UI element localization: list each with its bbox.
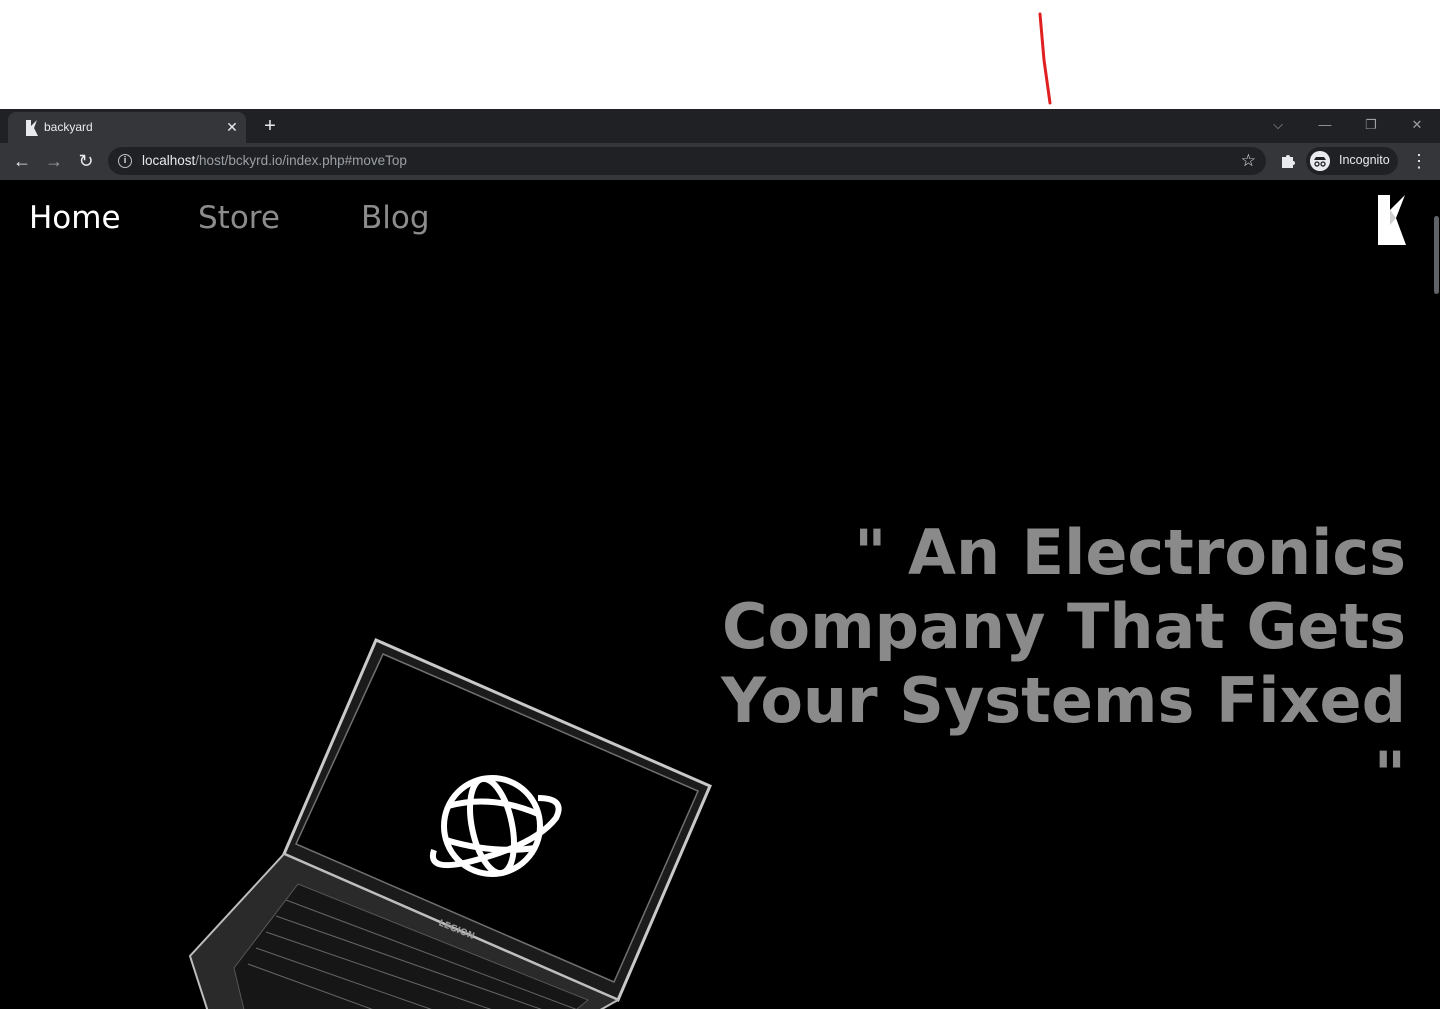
restore-icon[interactable]: ❐ — [1359, 115, 1383, 135]
star-icon[interactable]: ☆ — [1241, 151, 1256, 171]
tab-favicon-icon — [26, 120, 38, 136]
window-close-icon[interactable]: ✕ — [1405, 115, 1429, 135]
address-bar[interactable]: i localhost/host/bckyrd.io/index.php#mov… — [108, 147, 1266, 175]
back-arrow-icon[interactable]: ← — [10, 149, 34, 173]
chevron-down-icon[interactable]: ⌵ — [1266, 115, 1290, 135]
incognito-icon — [1310, 151, 1330, 171]
minimize-icon[interactable]: — — [1313, 115, 1337, 135]
url-host: localhost — [142, 153, 196, 168]
forward-arrow-icon[interactable]: → — [42, 149, 66, 173]
close-icon[interactable]: ✕ — [224, 119, 240, 135]
nav-home-link[interactable]: Home — [29, 200, 121, 236]
hero-quote: " An Electronics Company That Gets Your … — [721, 516, 1406, 811]
scrollbar-thumb[interactable] — [1434, 216, 1439, 294]
red-annotation-stroke — [1038, 12, 1052, 105]
nav-blog-link[interactable]: Blog — [361, 200, 430, 236]
puzzle-icon[interactable] — [1278, 151, 1298, 171]
tab-strip: backyard ✕ + ⌵ — ❐ ✕ — [0, 109, 1440, 143]
laptop-image: LEGION — [188, 638, 712, 1009]
reload-icon[interactable]: ↻ — [74, 149, 98, 173]
browser-toolbar: ← → ↻ i localhost/host/bckyrd.io/index.p… — [0, 143, 1440, 179]
plus-icon[interactable]: + — [258, 115, 282, 137]
info-icon[interactable]: i — [118, 154, 132, 168]
nav-store-link[interactable]: Store — [198, 200, 280, 236]
incognito-label: Incognito — [1339, 153, 1390, 167]
url-path: /host/bckyrd.io/index.php#moveTop — [195, 153, 407, 168]
tab-title: backyard — [44, 120, 93, 134]
web-page: Home Store Blog " An Electronics Company… — [0, 180, 1440, 1009]
kebab-menu-icon[interactable]: ⋮ — [1409, 149, 1429, 173]
url-text[interactable]: localhost/host/bckyrd.io/index.php#moveT… — [142, 153, 407, 168]
browser-chrome: backyard ✕ + ⌵ — ❐ ✕ ← → ↻ i localhost/h… — [0, 109, 1440, 180]
site-logo-icon[interactable] — [1378, 195, 1406, 245]
browser-tab[interactable]: backyard ✕ — [8, 112, 246, 143]
page-scrollbar[interactable] — [1432, 180, 1440, 1009]
incognito-chip[interactable]: Incognito — [1306, 147, 1398, 175]
